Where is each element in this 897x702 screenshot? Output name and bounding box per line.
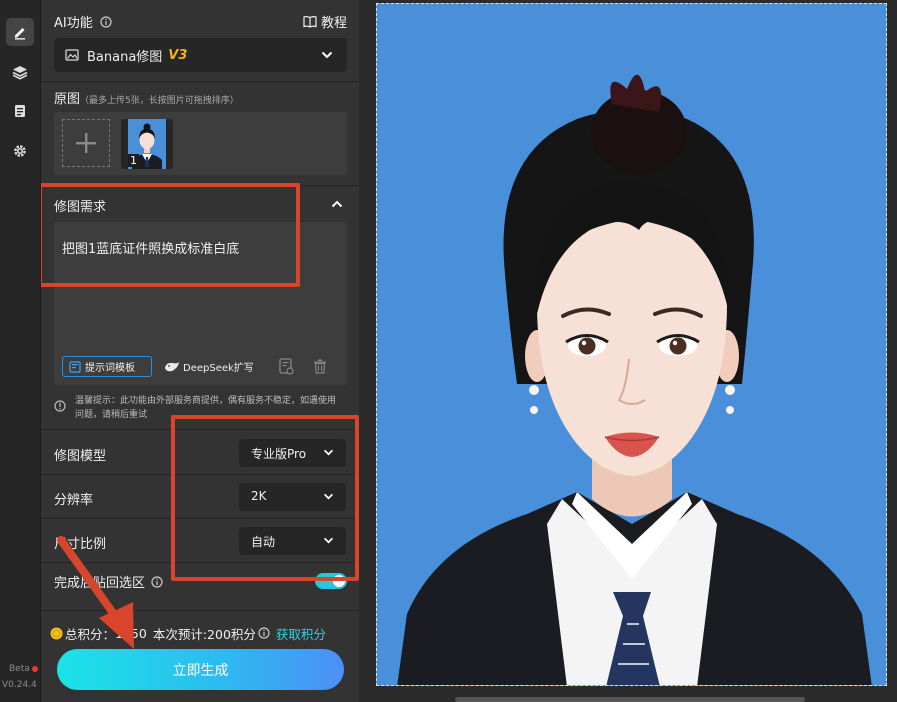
annotation-arrow xyxy=(57,536,134,649)
model-value: 专业版Pro xyxy=(251,447,307,461)
book-icon xyxy=(303,16,317,28)
beta-dot xyxy=(32,666,38,672)
request-title: 修图需求 xyxy=(54,200,107,215)
tool-rail: Beta V0.24.4 xyxy=(0,0,41,702)
chevron-down-icon xyxy=(323,537,334,544)
edit-icon xyxy=(15,28,25,40)
ai-tool-select[interactable]: Banana修图 V3 xyxy=(54,38,347,72)
original-title-text: 原图 xyxy=(54,92,81,107)
ratio-select[interactable]: 自动 xyxy=(239,527,346,555)
add-image-button[interactable] xyxy=(62,119,110,167)
chevron-up-icon[interactable] xyxy=(331,200,343,208)
layers-tool-button[interactable] xyxy=(6,58,34,86)
ai-feature-title: AI功能 xyxy=(54,12,112,31)
divider xyxy=(41,185,359,186)
chevron-down-icon xyxy=(323,493,334,500)
resolution-label: 分辨率 xyxy=(54,493,94,508)
warning-info-icon xyxy=(54,400,66,412)
thumbnail-index: 1 xyxy=(128,154,139,167)
beta-label: Beta xyxy=(9,664,30,674)
settings-panel: AI功能 教程 Banana修图 V3 原图（最多上传5张，长按图片可拖拽排序） xyxy=(41,0,359,702)
ratio-value: 自动 xyxy=(251,535,276,549)
prompt-template-label: 提示词模板 xyxy=(85,363,135,374)
ai-tool-name: Banana修图 xyxy=(87,49,163,65)
settings-tool-button[interactable] xyxy=(6,137,34,165)
gear-icon xyxy=(14,145,26,157)
service-notice: 温馨提示：此功能由外部服务商提供，偶有服务不稳定，如遇使用问题，请稍后重试 xyxy=(75,396,337,418)
paste-back-toggle[interactable] xyxy=(315,573,347,589)
divider xyxy=(41,518,359,519)
id-portrait-image xyxy=(377,4,886,685)
chevron-down-icon xyxy=(321,51,333,59)
trash-icon[interactable] xyxy=(313,359,327,374)
layers-icon xyxy=(12,66,28,80)
resolution-select[interactable]: 2K xyxy=(239,483,346,511)
original-hint: （最多上传5张，长按图片可拖拽排序） xyxy=(80,96,239,106)
original-thumbnail[interactable]: 1 xyxy=(121,119,173,169)
prompt-template-button[interactable]: 提示词模板 xyxy=(62,356,152,377)
model-select[interactable]: 专业版Pro xyxy=(239,439,346,467)
viewer-scrollbar[interactable] xyxy=(455,697,805,702)
result-photo-canvas[interactable] xyxy=(376,3,887,686)
deepseek-whale-icon xyxy=(165,361,179,371)
image-edit-icon xyxy=(65,49,79,61)
divider xyxy=(41,429,359,430)
ai-feature-title-text: AI功能 xyxy=(54,16,93,31)
plus-icon xyxy=(76,133,96,153)
deepseek-label: DeepSeek扩写 xyxy=(183,363,254,374)
edit-tool-button[interactable] xyxy=(6,18,34,46)
template-icon xyxy=(69,360,81,373)
get-points-link[interactable]: 获取积分 xyxy=(276,624,326,643)
divider xyxy=(41,474,359,475)
original-images-box: 1 xyxy=(54,112,347,175)
chevron-down-icon xyxy=(323,449,334,456)
resolution-value: 2K xyxy=(251,489,267,503)
ai-tool-version: V3 xyxy=(168,47,188,63)
model-label: 修图模型 xyxy=(54,449,107,464)
deepseek-expand-button[interactable]: DeepSeek扩写 xyxy=(164,356,254,377)
version-label: V0.24.4 xyxy=(2,680,37,690)
tutorial-label: 教程 xyxy=(320,16,347,31)
tutorial-link[interactable]: 教程 xyxy=(303,12,347,31)
info-icon[interactable] xyxy=(100,16,112,28)
original-title: 原图（最多上传5张，长按图片可拖拽排序） xyxy=(54,88,239,107)
divider xyxy=(41,81,359,82)
toggle-knob xyxy=(333,575,345,587)
history-icon[interactable] xyxy=(278,358,294,375)
document-icon xyxy=(15,105,25,117)
request-box: 把图1蓝底证件照换成标准白底 提示词模板 DeepSeek扩写 xyxy=(54,222,347,385)
document-tool-button[interactable] xyxy=(6,97,34,125)
info-icon[interactable] xyxy=(258,627,270,639)
request-textarea[interactable]: 把图1蓝底证件照换成标准白底 xyxy=(62,238,239,257)
